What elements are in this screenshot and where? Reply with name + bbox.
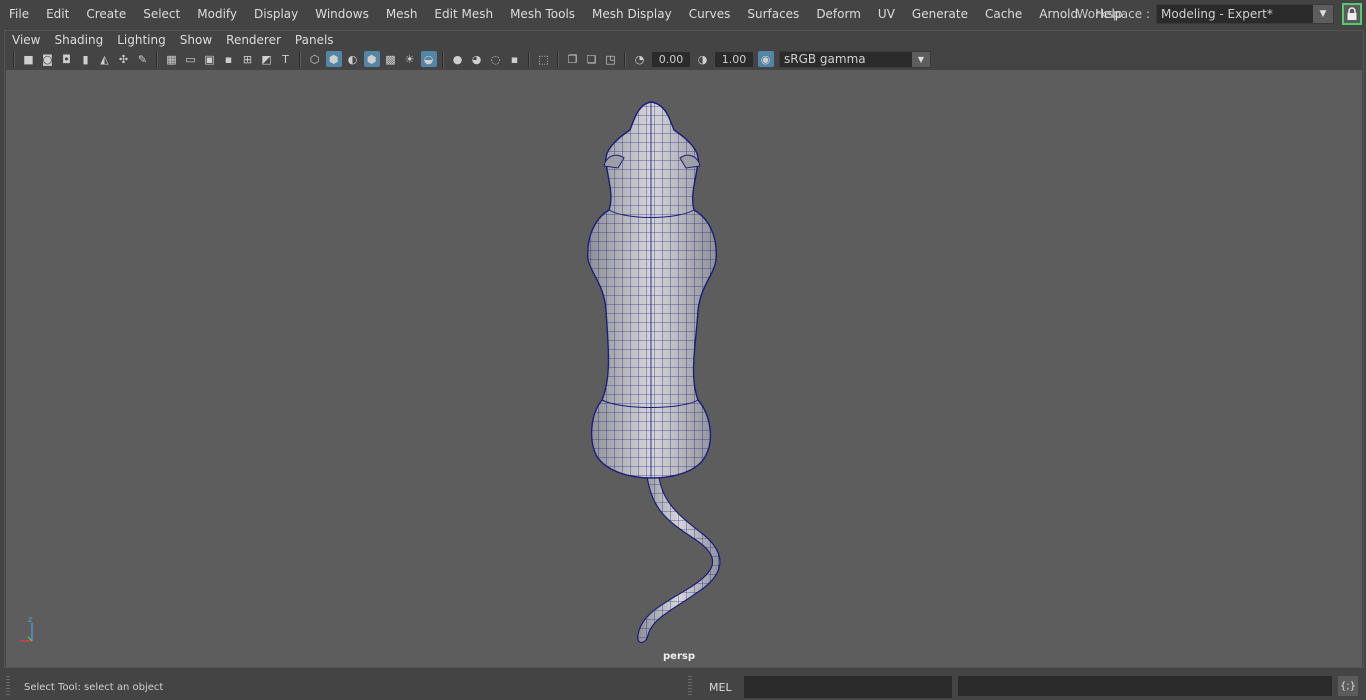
film-gate-icon[interactable]: ▭	[183, 51, 199, 67]
rat-wireframe-mesh[interactable]	[6, 70, 1362, 667]
workspace-value: Modeling - Expert*	[1161, 6, 1273, 21]
command-result-field	[958, 676, 1332, 696]
menu-display[interactable]: Display	[245, 5, 306, 23]
lock-icon	[1347, 6, 1357, 20]
axis-gizmo: z	[12, 615, 48, 650]
camera-attributes-icon[interactable]: ◙	[40, 51, 56, 67]
menu-surfaces[interactable]: Surfaces	[738, 5, 807, 23]
image-plane-icon[interactable]: ◭	[97, 51, 113, 67]
shadows-icon[interactable]: ◒	[420, 51, 437, 67]
isolate-select-icon[interactable]: ⬚	[536, 51, 552, 67]
xray-icon[interactable]: ❐	[565, 51, 581, 67]
xray-joints-icon[interactable]: ◳	[603, 51, 619, 67]
textured-icon[interactable]: ▩	[383, 51, 399, 67]
view-transform-dropdown[interactable]: sRGB gamma ▼	[779, 50, 931, 68]
wireframe-on-shaded-icon[interactable]: ⬢	[363, 51, 380, 67]
axis-gizmo-icon: z	[20, 615, 33, 642]
panel-menu-panels[interactable]: Panels	[288, 33, 341, 47]
menu-deform[interactable]: Deform	[807, 5, 869, 23]
toolbar-separator	[557, 51, 559, 67]
panel-toolbar: ■ ◙ ◘ ▮ ◭ ✣ ✎ ▦ ▭ ▣ ▪ ⊞ ◩ T ⬡ ⬢ ◐ ⬢ ▩ ☀ …	[5, 49, 1363, 69]
command-input[interactable]	[744, 676, 952, 698]
field-chart-icon[interactable]: ⊞	[240, 51, 256, 67]
gate-mask-icon[interactable]: ▪	[221, 51, 237, 67]
anti-aliasing-icon[interactable]: ◌	[488, 51, 504, 67]
workspace-selector-area: Workspace : Modeling - Expert* ▼	[1077, 0, 1366, 27]
toolbar-separator	[13, 51, 15, 67]
help-and-command-line: Select Tool: select an object MEL {;}	[0, 672, 1366, 700]
exposure-icon[interactable]: ◔	[632, 51, 648, 67]
script-editor-icon: {;}	[1339, 680, 1357, 692]
exposure-field[interactable]: 0.00	[652, 51, 690, 67]
menu-uv[interactable]: UV	[869, 5, 903, 23]
menu-generate[interactable]: Generate	[903, 5, 976, 23]
menu-mesh-tools[interactable]: Mesh Tools	[501, 5, 583, 23]
script-editor-button[interactable]: {;}	[1338, 676, 1358, 696]
menu-cache[interactable]: Cache	[976, 5, 1030, 23]
camera-lock-icon[interactable]: ◘	[59, 51, 75, 67]
toolbar-separator	[156, 51, 158, 67]
use-default-material-icon[interactable]: ◐	[345, 51, 361, 67]
command-language-toggle[interactable]: MEL	[709, 681, 732, 694]
grease-pencil-icon[interactable]: ✎	[135, 51, 151, 67]
select-camera-icon[interactable]: ■	[21, 51, 37, 67]
bookmark-icon[interactable]: ▮	[78, 51, 94, 67]
menu-mesh-display[interactable]: Mesh Display	[583, 5, 680, 23]
menu-windows[interactable]: Windows	[306, 5, 377, 23]
safe-title-icon[interactable]: T	[278, 51, 294, 67]
motion-blur-icon[interactable]: ◕	[469, 51, 485, 67]
menu-create[interactable]: Create	[77, 5, 134, 23]
panel-menu-bar: View Shading Lighting Show Renderer Pane…	[5, 31, 341, 49]
3d-viewport[interactable]: z persp	[6, 70, 1362, 667]
drag-handle-icon[interactable]	[688, 676, 692, 696]
menu-edit-mesh[interactable]: Edit Mesh	[425, 5, 501, 23]
menu-curves[interactable]: Curves	[680, 5, 739, 23]
panel-menu-shading[interactable]: Shading	[47, 33, 110, 47]
smooth-shade-icon[interactable]: ⬢	[325, 51, 342, 67]
gamma-icon[interactable]: ◑	[695, 51, 711, 67]
grid-icon[interactable]: ▦	[164, 51, 180, 67]
axis-z-label: z	[28, 615, 32, 624]
screen-space-ao-icon[interactable]: ●	[450, 51, 466, 67]
panel-menu-renderer[interactable]: Renderer	[219, 33, 288, 47]
chevron-down-icon: ▼	[1313, 4, 1333, 23]
menu-edit[interactable]: Edit	[37, 5, 77, 23]
xray-active-components-icon[interactable]: ❏	[584, 51, 600, 67]
camera-name-label: persp	[663, 651, 695, 662]
safe-action-icon[interactable]: ◩	[259, 51, 275, 67]
view-transform-value: sRGB gamma	[784, 52, 866, 66]
panel-menu-lighting[interactable]: Lighting	[110, 33, 173, 47]
chevron-down-icon: ▼	[912, 51, 930, 67]
menu-select[interactable]: Select	[134, 5, 188, 23]
help-line-text: Select Tool: select an object	[24, 682, 164, 693]
color-management-icon[interactable]: ◉	[757, 51, 774, 67]
use-all-lights-icon[interactable]: ☀	[402, 51, 418, 67]
toolbar-separator	[624, 51, 626, 67]
menu-modify[interactable]: Modify	[188, 5, 245, 23]
depth-of-field-icon[interactable]: ▪	[507, 51, 523, 67]
workspace-label: Workspace :	[1076, 6, 1150, 21]
menu-file[interactable]: File	[0, 5, 37, 23]
wireframe-icon[interactable]: ⬡	[307, 51, 323, 67]
resolution-gate-icon[interactable]: ▣	[202, 51, 218, 67]
workspace-lock-button[interactable]	[1342, 2, 1362, 25]
panel-menu-show[interactable]: Show	[173, 33, 219, 47]
gamma-field[interactable]: 1.00	[715, 51, 753, 67]
panel-menu-view[interactable]: View	[5, 33, 47, 47]
toolbar-separator	[299, 51, 301, 67]
menu-mesh[interactable]: Mesh	[377, 5, 426, 23]
viewport-panel: View Shading Lighting Show Renderer Pane…	[4, 30, 1364, 668]
workspace-dropdown[interactable]: Modeling - Expert* ▼	[1156, 3, 1334, 24]
toolbar-separator	[528, 51, 530, 67]
toolbar-separator	[442, 51, 444, 67]
drag-handle-icon[interactable]	[6, 676, 10, 696]
2d-pan-zoom-icon[interactable]: ✣	[116, 51, 132, 67]
